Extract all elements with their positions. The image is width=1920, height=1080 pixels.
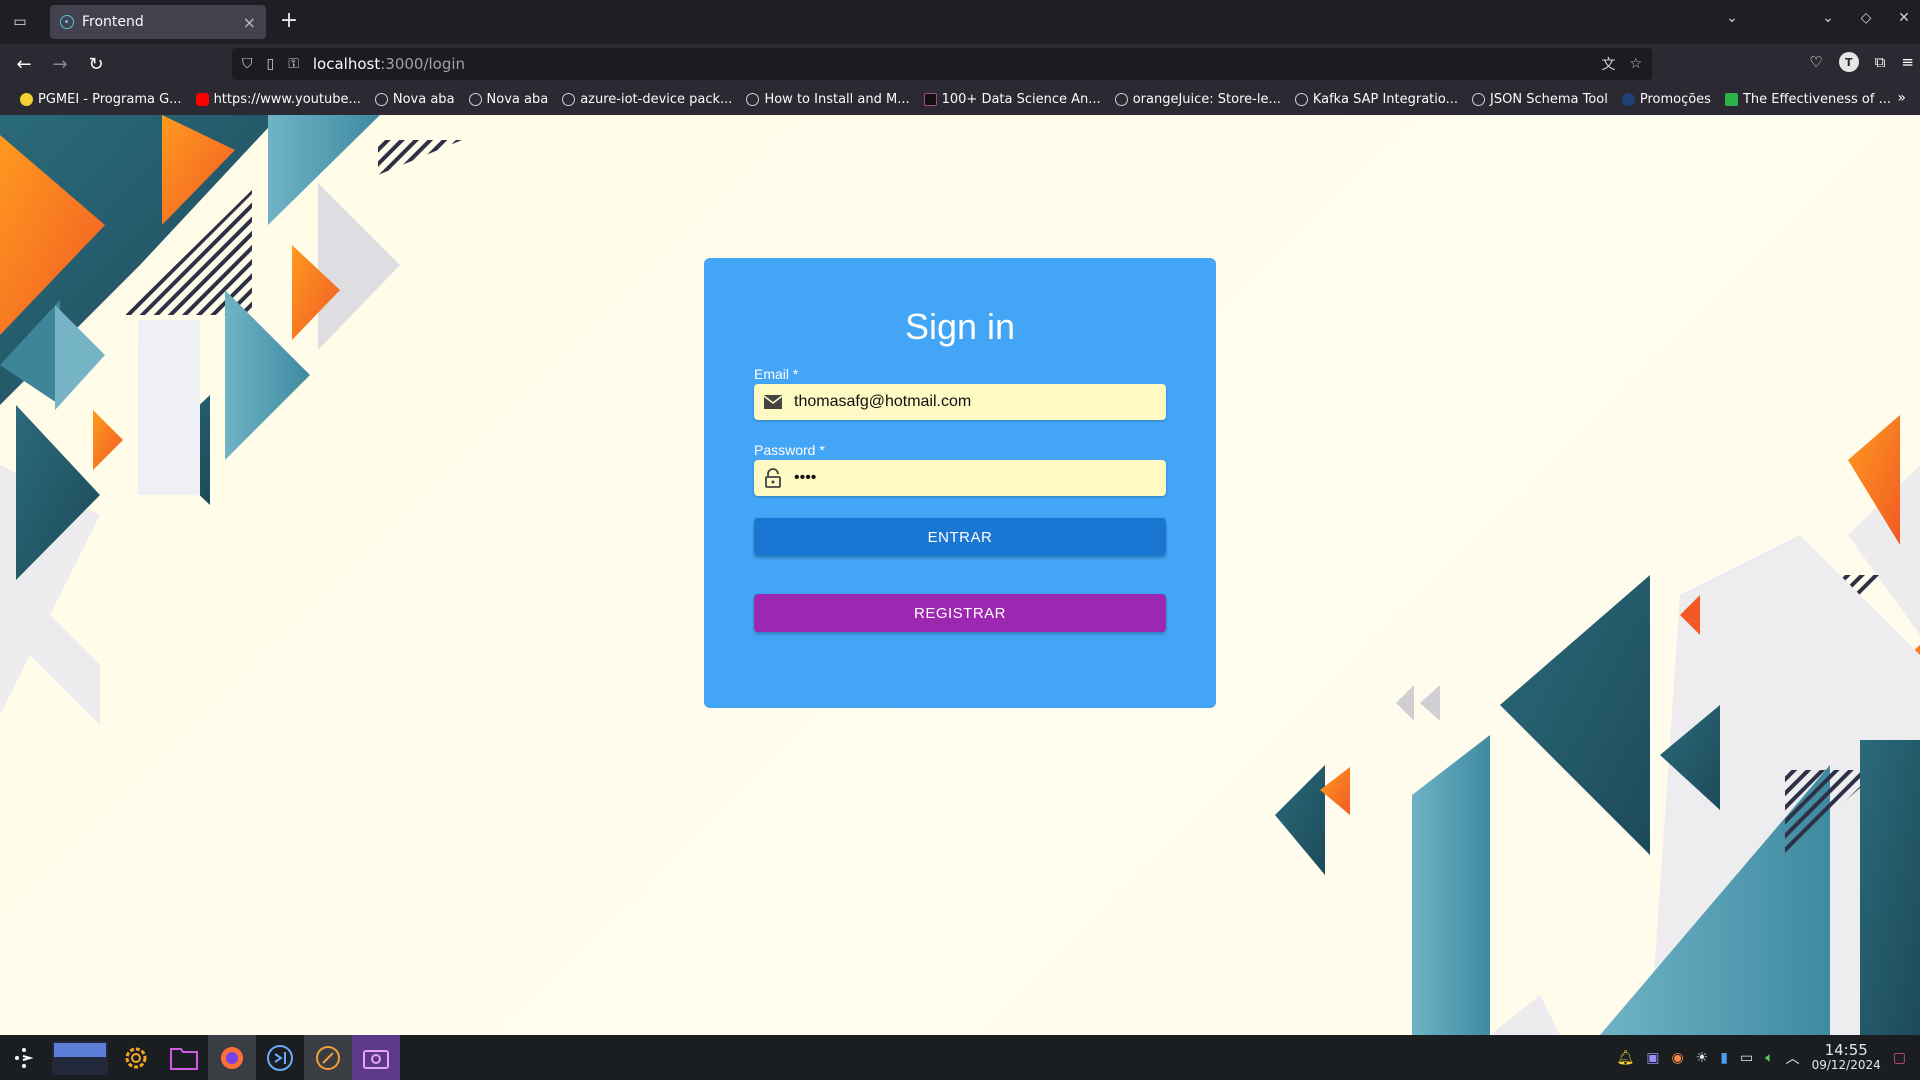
bookmark-item[interactable]: Nova aba	[374, 92, 455, 107]
toolbar-right: ♡ T ⧉ ≡	[1809, 52, 1914, 72]
settings-gear-icon[interactable]	[112, 1035, 160, 1080]
shield-icon[interactable]: ⛉	[242, 56, 253, 72]
storage-icon[interactable]: ▮	[1720, 1050, 1728, 1066]
show-desktop-icon[interactable]: ▢	[1893, 1050, 1906, 1066]
password-field-wrapper	[754, 460, 1166, 496]
lock-icon	[762, 467, 784, 489]
page-title: Sign in	[904, 306, 1016, 347]
mail-icon	[762, 391, 784, 413]
menu-icon[interactable]: ≡	[1901, 53, 1914, 71]
notification-icon[interactable]: 🔔︎	[1616, 1050, 1634, 1066]
tab-frontend[interactable]: Frontend ×	[50, 5, 266, 39]
extensions-icon[interactable]: ⧉	[1875, 53, 1886, 71]
bookmark-favicon-icon	[1724, 93, 1738, 106]
window-close-icon[interactable]: ✕	[1894, 10, 1914, 26]
globe-icon	[746, 93, 760, 106]
globe-icon	[1472, 93, 1486, 106]
list-all-tabs-icon[interactable]: ⌄	[1722, 10, 1742, 26]
network-icon[interactable]: ▭	[1740, 1050, 1753, 1066]
file-manager-icon[interactable]	[160, 1035, 208, 1080]
page-icon[interactable]: ▯	[267, 56, 275, 72]
media-icon[interactable]: ◉	[1671, 1050, 1683, 1066]
virtual-desktop-pager[interactable]	[48, 1035, 112, 1080]
bookmark-item[interactable]: How to Install and M...	[746, 92, 910, 107]
pocket-icon[interactable]: ♡	[1809, 53, 1822, 71]
bookmark-item[interactable]: https://www.youtube...	[195, 92, 361, 107]
bookmark-favicon-icon	[923, 93, 937, 106]
navigation-bar: ← → ↻ ⛉ ▯ ⚿ localhost:3000/login 文 ☆ ♡ T…	[0, 44, 1920, 84]
bookmark-item[interactable]: Kafka SAP Integratio...	[1294, 92, 1458, 107]
email-field-wrapper	[754, 384, 1166, 420]
window-controls: ⌄ ⌄ ◇ ✕	[1722, 10, 1914, 26]
clipboard-icon[interactable]: ▣	[1646, 1050, 1659, 1066]
password-field[interactable]	[794, 469, 1158, 487]
url-path: :3000/login	[380, 55, 466, 73]
bookmark-item[interactable]: 100+ Data Science An...	[923, 92, 1101, 107]
back-icon[interactable]: ←	[10, 50, 38, 78]
url-host: localhost	[312, 55, 381, 73]
bookmark-item[interactable]: azure-iot-device pack...	[562, 92, 732, 107]
tab-bar: ▭ Frontend × + ⌄ ⌄ ◇ ✕	[0, 0, 1920, 44]
reload-icon[interactable]: ↻	[82, 50, 110, 78]
register-button[interactable]: REGISTRAR	[754, 594, 1166, 632]
new-tab-button[interactable]: +	[276, 10, 302, 34]
youtube-icon	[195, 93, 209, 106]
firefox-icon[interactable]	[208, 1035, 256, 1080]
bookmark-favicon-icon	[1621, 93, 1635, 106]
react-icon	[60, 15, 74, 29]
globe-icon	[468, 93, 482, 106]
bookmark-item[interactable]: JSON Schema Tool	[1472, 92, 1608, 107]
more-bookmarks-icon[interactable]: »	[1897, 90, 1906, 106]
tab-title: Frontend	[82, 14, 144, 30]
email-field[interactable]	[794, 393, 1158, 411]
clock[interactable]: 14:55 09/12/2024	[1811, 1041, 1881, 1073]
globe-icon	[562, 93, 576, 106]
clock-date: 09/12/2024	[1811, 1058, 1881, 1073]
login-page: Sign in Email * Password * ENTRAR REGIST…	[0, 115, 1920, 1035]
bookmark-item[interactable]: The Effectiveness of ...	[1724, 92, 1891, 107]
minimize-icon[interactable]: ⌄	[1818, 10, 1838, 26]
email-label: Email *	[754, 366, 799, 382]
bookmarks-bar: PGMEI - Programa G... https://www.youtub…	[0, 84, 1920, 115]
login-button[interactable]: ENTRAR	[754, 518, 1166, 556]
postman-icon[interactable]	[304, 1035, 352, 1080]
bookmark-item[interactable]: Nova aba	[468, 92, 548, 107]
globe-icon	[1294, 93, 1308, 106]
account-avatar[interactable]: T	[1838, 52, 1859, 72]
screenshot-tool-icon[interactable]	[352, 1035, 400, 1080]
forward-icon[interactable]: →	[46, 50, 74, 78]
taskbar: 🔔︎ ▣ ◉ ☀ ▮ ▭ 🔈︎ ︿ 14:55 09/12/2024 ▢	[0, 1035, 1920, 1080]
chevron-up-icon[interactable]: ︿	[1786, 1048, 1800, 1068]
bookmark-favicon-icon	[20, 93, 33, 106]
bookmark-item[interactable]: PGMEI - Programa G...	[20, 92, 182, 107]
translate-icon[interactable]: 文	[1601, 54, 1615, 74]
system-tray: 🔔︎ ▣ ◉ ☀ ▮ ▭ 🔈︎ ︿ 14:55 09/12/2024 ▢	[1616, 1035, 1920, 1080]
tab-list-icon[interactable]: ▭	[6, 10, 34, 34]
password-label: Password *	[754, 442, 825, 458]
url-bar[interactable]: ⛉ ▯ ⚿ localhost:3000/login 文 ☆	[232, 48, 1652, 80]
bookmark-item[interactable]: orangeJuice: Store-le...	[1114, 92, 1281, 107]
globe-icon	[374, 93, 388, 106]
app-launcher-icon[interactable]	[0, 1035, 48, 1080]
sign-in-card: Sign in Email * Password * ENTRAR REGIST…	[704, 258, 1216, 708]
volume-icon[interactable]: 🔈︎	[1765, 1050, 1773, 1066]
bookmark-star-icon[interactable]: ☆	[1629, 56, 1642, 72]
globe-icon	[1114, 93, 1128, 106]
close-icon[interactable]: ×	[243, 13, 256, 32]
vscode-icon[interactable]	[256, 1035, 304, 1080]
maximize-icon[interactable]: ◇	[1856, 10, 1876, 26]
bookmark-item[interactable]: Promoções	[1621, 92, 1711, 107]
clock-time: 14:55	[1824, 1041, 1868, 1060]
permissions-icon[interactable]: ⚿	[288, 56, 299, 72]
brightness-icon[interactable]: ☀	[1696, 1050, 1709, 1066]
